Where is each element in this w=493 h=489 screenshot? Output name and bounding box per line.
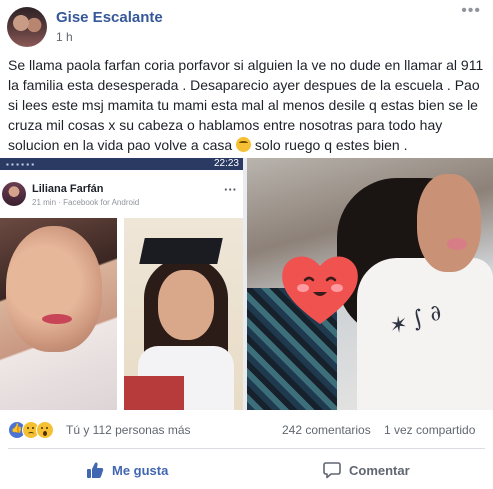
facebook-post: Gise Escalante 1 h ••• Se llama paola fa… [0, 0, 493, 489]
like-label: Me gusta [112, 462, 169, 478]
ellipsis-icon[interactable]: ••• [461, 2, 481, 20]
portrait-smile [42, 314, 72, 324]
post-photos: ▪ ▪ ▪ ▪ ▪ ▪ 22:23 Liliana Farfán 21 min … [0, 158, 493, 410]
phone-status-bar: ▪ ▪ ▪ ▪ ▪ ▪ 22:23 [0, 158, 243, 170]
status-icons: ▪ ▪ ▪ ▪ ▪ ▪ [6, 160, 35, 169]
sad-face-emoji-icon [236, 137, 252, 152]
post-header: Gise Escalante 1 h ••• [0, 0, 493, 50]
selfie-face [417, 174, 481, 272]
post-actions: Me gusta Comentar [0, 452, 493, 488]
selfie-tongue [447, 238, 467, 250]
graduation-cap [139, 238, 223, 264]
post-text: Se llama paola farfan coria porfavor si … [8, 55, 490, 155]
photo-embedded-screenshot[interactable]: ▪ ▪ ▪ ▪ ▪ ▪ 22:23 Liliana Farfán 21 min … [0, 158, 243, 410]
actions-divider [8, 448, 485, 449]
heart-face-sticker-icon [282, 256, 358, 324]
embedded-author-avatar [2, 182, 26, 206]
post-timestamp[interactable]: 1 h [56, 30, 73, 44]
post-stats: Tú y 112 personas más 242 comentarios 1 … [0, 418, 493, 442]
comment-button[interactable]: Comentar [323, 456, 410, 484]
author-avatar[interactable] [7, 7, 47, 47]
thumbs-up-icon [87, 462, 104, 478]
comment-bubble-icon [323, 462, 341, 479]
photo-selfie[interactable]: ✶ ∫ ∂ [247, 158, 493, 410]
author-name[interactable]: Gise Escalante [56, 9, 163, 26]
graduation-diploma [124, 376, 184, 410]
portrait-face [6, 226, 102, 352]
reactions-count[interactable]: Tú y 112 personas más [66, 423, 191, 437]
comments-count[interactable]: 242 comentarios [282, 423, 371, 437]
wow-reaction-icon [36, 421, 54, 439]
comment-label: Comentar [349, 462, 410, 478]
status-clock: 22:23 [213, 158, 239, 169]
graduation-face [158, 270, 214, 340]
like-button[interactable]: Me gusta [86, 456, 168, 484]
embedded-ellipsis-icon: ··· [224, 182, 237, 197]
embedded-photo-portrait [0, 218, 117, 410]
shares-count[interactable]: 1 vez compartido [384, 423, 475, 437]
embedded-photo-graduation [124, 218, 243, 410]
embedded-post-meta: 21 min · Facebook for Android [32, 198, 140, 207]
embedded-author-name: Liliana Farfán [32, 183, 104, 195]
selfie-sweater [357, 258, 493, 410]
post-body-tail: solo ruego q estes bien . [251, 137, 408, 153]
